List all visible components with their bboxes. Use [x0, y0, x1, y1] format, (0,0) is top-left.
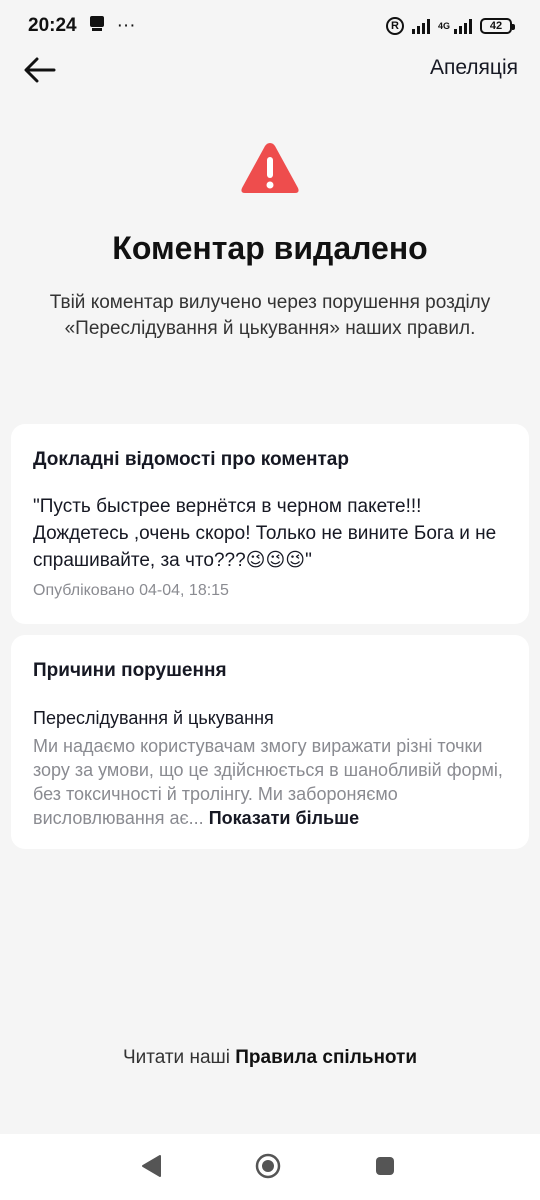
show-more-link[interactable]: Показати більше [209, 808, 359, 828]
registered-icon: R [385, 17, 404, 35]
violation-reasons-card: Причини порушення Переслідування й цькув… [11, 635, 529, 849]
community-guidelines-link[interactable]: Правила спільноти [235, 1047, 417, 1068]
network-type: 4G [437, 20, 450, 31]
comment-text: "Пусть быстрее вернётся в черном пакете!… [33, 496, 497, 571]
system-navigation-bar [0, 1134, 540, 1200]
violation-reason-description: Ми надаємо користувачам змогу виражати р… [33, 734, 507, 830]
warning-triangle-icon [240, 140, 300, 196]
page-title: Коментар видалено [112, 230, 428, 266]
top-bar: Апеляція [0, 46, 540, 92]
comment-details-title: Докладні відомості про коментар [33, 449, 349, 470]
battery-icon: 42 [480, 18, 515, 34]
nav-home-button[interactable] [255, 1153, 281, 1179]
nav-back-button[interactable] [140, 1154, 162, 1178]
status-bar: 20:24 ··· R 4G 42 [0, 0, 540, 52]
appeal-button[interactable]: Апеляція [430, 56, 518, 80]
violation-reasons-title: Причини порушення [33, 660, 227, 681]
violation-reason-name: Переслідування й цькування [33, 708, 274, 728]
triangle-back-icon [142, 1155, 161, 1177]
notification-icon [89, 14, 105, 38]
battery-level: 42 [489, 20, 503, 32]
signal-icon-2 [454, 18, 472, 34]
arrow-left-icon [24, 57, 56, 83]
community-guidelines-line: Читати наші Правила спільноти [0, 1047, 540, 1069]
more-notifications-icon: ··· [116, 15, 136, 36]
square-recent-icon [376, 1157, 394, 1175]
signal-icon [411, 18, 430, 34]
comment-details-card: Докладні відомості про коментар "Пусть б… [11, 424, 529, 624]
rules-prefix: Читати наші [122, 1047, 230, 1068]
status-time: 20:24 [28, 15, 77, 36]
removal-description: Твій коментар вилучено через порушення р… [49, 292, 491, 339]
circle-home-icon [255, 1153, 281, 1179]
published-date: Опубліковано 04-04, 18:15 [33, 582, 229, 599]
back-button[interactable] [20, 50, 60, 90]
nav-recent-apps-button[interactable] [375, 1156, 395, 1176]
